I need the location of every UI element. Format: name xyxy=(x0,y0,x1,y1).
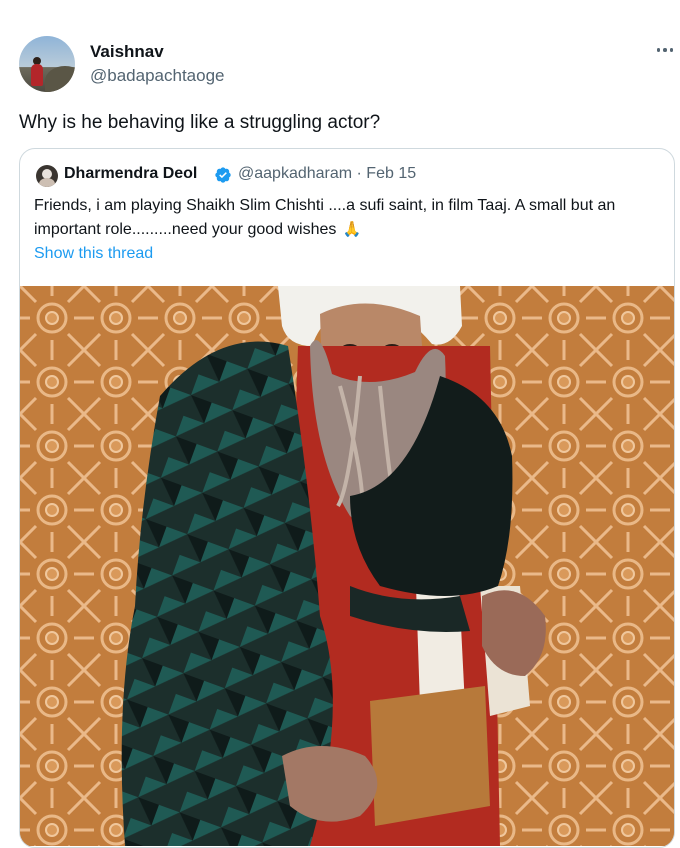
quoted-tweet-text: Friends, i am playing Shaikh Slim Chisht… xyxy=(34,194,666,242)
quoted-handle-date[interactable]: @aapkadharam · Feb 15 xyxy=(238,165,416,183)
author-handle[interactable]: @badapachtaoge xyxy=(90,66,224,86)
author-avatar[interactable] xyxy=(19,36,75,92)
quoted-author-name[interactable]: Dharmendra Deol xyxy=(64,165,197,183)
photo-image xyxy=(20,286,674,846)
verified-badge-icon xyxy=(215,167,231,183)
show-thread-link[interactable]: Show this thread xyxy=(34,245,153,263)
quoted-tweet-photo[interactable] xyxy=(20,286,674,846)
tweet: Vaishnav @badapachtaoge Why is he behavi… xyxy=(0,0,680,848)
quoted-tweet[interactable]: Dharmendra Deol @aapkadharam · Feb 15 Fr… xyxy=(19,148,675,848)
more-options-icon[interactable] xyxy=(652,40,678,60)
quoted-tweet-body: Friends, i am playing Shaikh Slim Chisht… xyxy=(34,197,616,238)
quoted-author-avatar[interactable] xyxy=(36,165,58,187)
tweet-text: Why is he behaving like a struggling act… xyxy=(19,112,381,133)
author-name[interactable]: Vaishnav xyxy=(90,42,164,62)
folded-hands-icon: 🙏 xyxy=(342,221,362,238)
